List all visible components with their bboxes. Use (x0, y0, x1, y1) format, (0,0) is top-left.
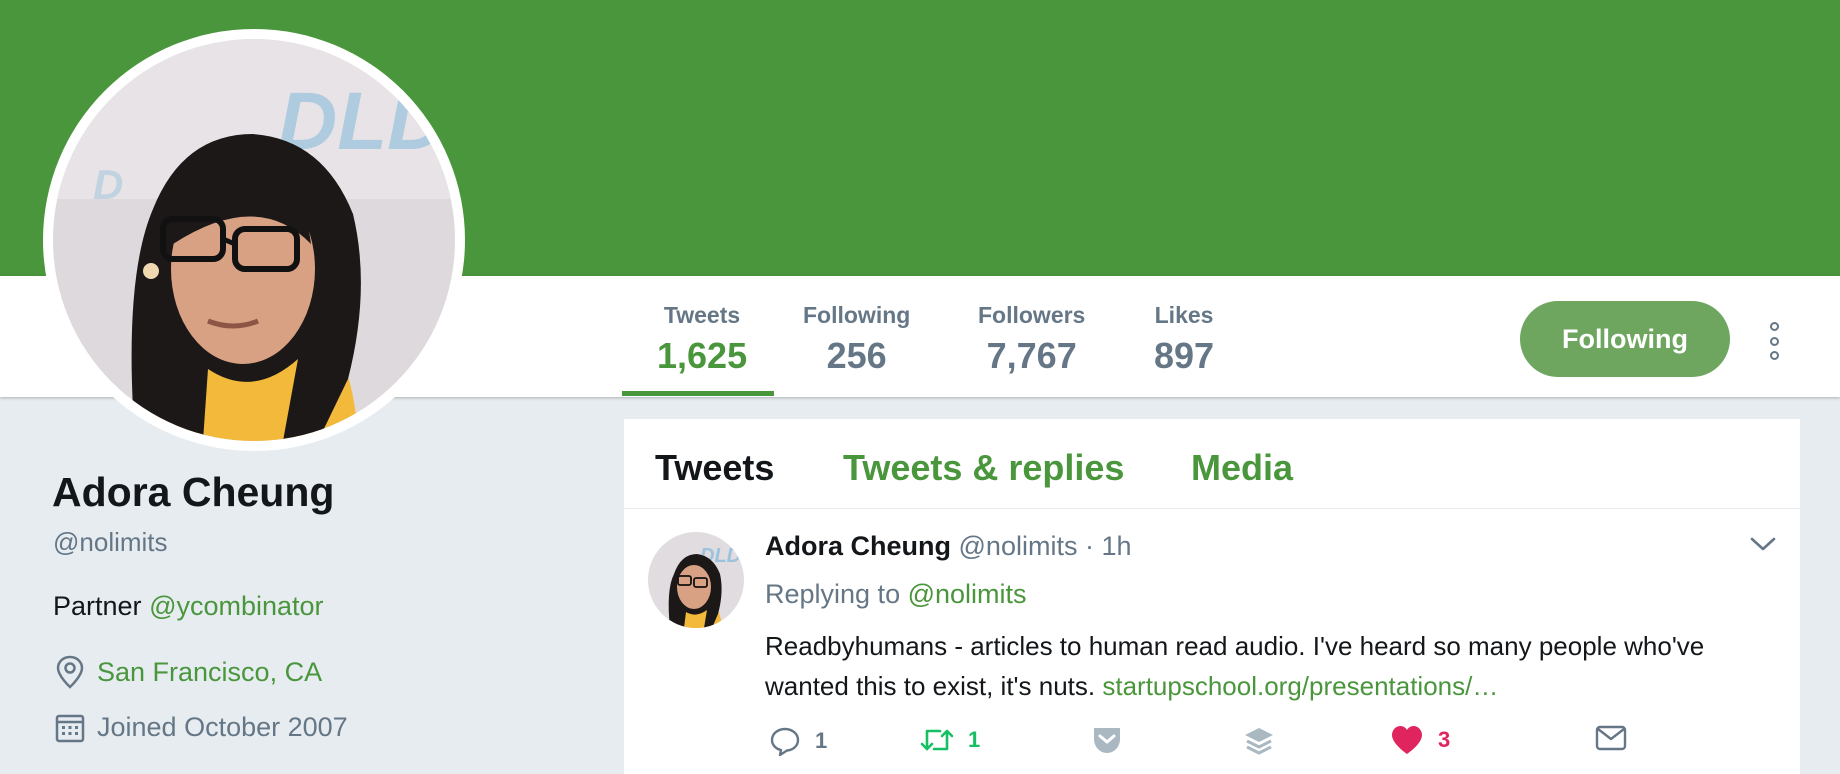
tweet-timestamp[interactable]: 1h (1101, 531, 1131, 561)
heart-icon (1392, 726, 1422, 754)
tab-tweets[interactable]: Tweets (655, 447, 774, 489)
stat-label: Likes (1154, 302, 1214, 328)
stat-label: Following (803, 302, 911, 328)
tab-media[interactable]: Media (1191, 447, 1293, 489)
profile-joined: Joined October 2007 (55, 712, 348, 743)
reply-prefix: Replying to (765, 579, 901, 609)
tweet-avatar-photo: DLD (648, 532, 744, 628)
bio-text: Partner (53, 591, 142, 621)
profile-avatar-frame: DLD D (43, 29, 465, 451)
replying-to: Replying to @nolimits (765, 579, 1027, 610)
stat-likes[interactable]: Likes 897 (1154, 302, 1214, 377)
retweet-button[interactable]: 1 (920, 725, 980, 755)
tweet-author-name[interactable]: Adora Cheung (765, 531, 951, 561)
profile-avatar[interactable]: DLD D (53, 39, 455, 441)
layers-icon (1245, 728, 1273, 755)
reply-count: 1 (815, 728, 828, 753)
tweet-header: Adora Cheung @nolimits · 1h (765, 531, 1132, 562)
joined-date: Joined October 2007 (97, 712, 348, 742)
stat-following[interactable]: Following 256 (803, 302, 910, 377)
direct-message-button[interactable] (1595, 725, 1641, 751)
profile-bio: Partner @ycombinator (53, 591, 324, 622)
stat-followers[interactable]: Followers 7,767 (978, 302, 1085, 377)
stat-value: 7,767 (986, 335, 1077, 376)
location-pin-icon (56, 655, 84, 689)
profile-handle: @nolimits (53, 527, 168, 557)
avatar-photo: DLD D (53, 39, 455, 441)
stat-tweets[interactable]: Tweets 1,625 (657, 302, 747, 377)
chevron-down-icon[interactable] (1750, 536, 1776, 552)
reply-icon (770, 727, 800, 757)
retweet-icon (920, 729, 954, 751)
pocket-button[interactable] (1091, 725, 1137, 755)
profile-location: San Francisco, CA (55, 655, 322, 689)
stat-value: 897 (1154, 335, 1215, 376)
tweet-text: Readbyhumans - articles to human read au… (765, 626, 1775, 706)
tweet-link[interactable]: startupschool.org/presentations/… (1102, 671, 1498, 701)
like-button[interactable]: 3 (1390, 725, 1450, 755)
following-button[interactable]: Following (1520, 301, 1730, 377)
retweet-count: 1 (968, 727, 981, 752)
stat-label: Followers (978, 302, 1086, 328)
tweet-actions: 1 1 3 (765, 725, 1765, 765)
stat-value: 1,625 (657, 335, 748, 376)
timeline-card: Tweets Tweets & replies Media DLD Adora … (624, 419, 1800, 774)
svg-text:D: D (93, 161, 123, 208)
mail-icon (1595, 725, 1627, 751)
reply-button[interactable]: 1 (769, 725, 827, 757)
tab-tweets-replies[interactable]: Tweets & replies (843, 447, 1124, 489)
tweet-author-avatar[interactable]: DLD (648, 532, 744, 628)
like-count: 3 (1438, 727, 1451, 752)
bio-mention-link[interactable]: @ycombinator (149, 591, 323, 621)
reply-mention-link[interactable]: @nolimits (908, 579, 1027, 609)
tweet-author-handle[interactable]: @nolimits (959, 531, 1078, 561)
pocket-icon (1094, 728, 1120, 753)
active-stat-indicator (622, 391, 774, 396)
location-link[interactable]: San Francisco, CA (97, 657, 322, 688)
timeline-tabs: Tweets Tweets & replies Media (624, 419, 1800, 509)
calendar-icon (55, 714, 85, 742)
layers-button[interactable] (1243, 725, 1289, 757)
stat-label: Tweets (663, 302, 741, 328)
tweet-separator: · (1084, 531, 1094, 561)
profile-name: Adora Cheung (52, 469, 335, 515)
more-options-icon[interactable] (1762, 322, 1786, 360)
stat-value: 256 (826, 335, 887, 376)
